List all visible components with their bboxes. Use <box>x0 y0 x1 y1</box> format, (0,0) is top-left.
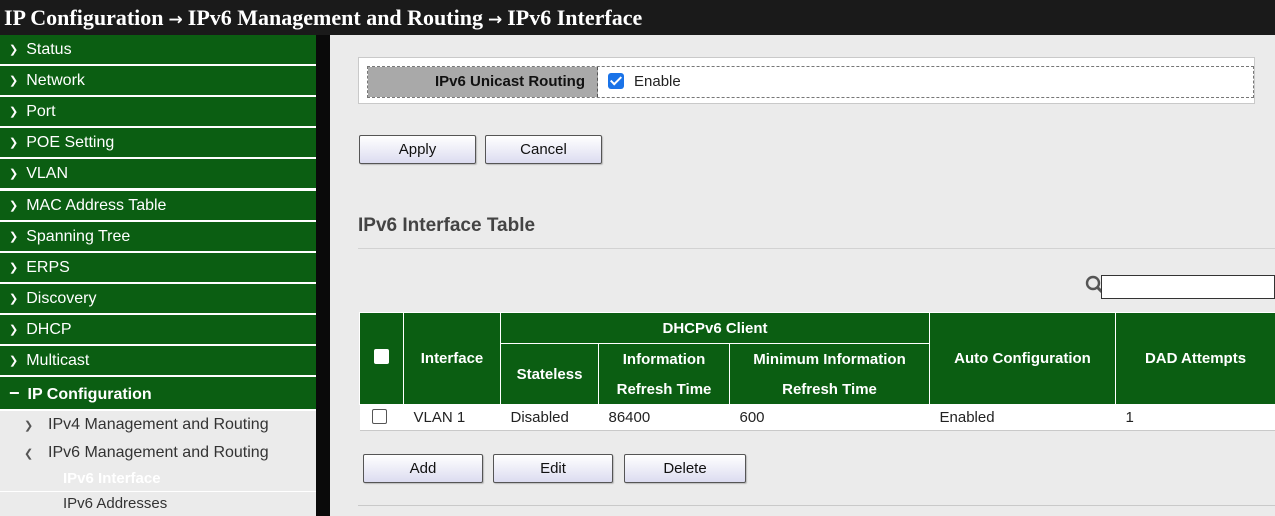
double-chevron-down-icon: ❯ <box>9 75 19 87</box>
sidebar-item-dhcp[interactable]: ❯ DHCP <box>0 315 316 345</box>
breadcrumb-ip-configuration[interactable]: IP Configuration <box>4 5 164 30</box>
column-header-min-info-line2[interactable]: Refresh Time <box>729 374 930 405</box>
unicast-routing-row: IPv6 Unicast Routing Enable <box>367 66 1254 98</box>
double-chevron-down-icon: ❯ <box>9 293 19 305</box>
double-chevron-down-icon: ❯ <box>9 168 19 180</box>
collapse-minus-icon: − <box>9 383 20 403</box>
main-content: IPv6 Unicast Routing Enable Apply Cancel… <box>330 35 1275 516</box>
cell-info-refresh: 86400 <box>598 404 730 431</box>
sidebar-leaf-label: IPv6 Addresses <box>63 495 168 512</box>
column-header-dad-attempts[interactable]: DAD Attempts <box>1115 312 1275 405</box>
sidebar-leaf-ipv6-addresses[interactable]: IPv6 Addresses <box>0 492 316 516</box>
search-input[interactable] <box>1101 275 1275 299</box>
double-chevron-up-icon: ❮ <box>24 448 34 460</box>
cell-auto-config: Enabled <box>929 404 1116 431</box>
bottom-divider <box>358 505 1275 506</box>
sidebar-item-label: Multicast <box>26 352 90 369</box>
arrow-right-icon: → <box>168 10 183 30</box>
sidebar-leaf-ipv6-interface[interactable]: IPv6 Interface <box>0 467 316 491</box>
sidebar-item-ip-configuration[interactable]: − IP Configuration <box>0 377 316 410</box>
section-title: IPv6 Interface Table <box>358 215 536 236</box>
cancel-button[interactable]: Cancel <box>485 135 602 164</box>
delete-button[interactable]: Delete <box>624 454 746 483</box>
double-chevron-down-icon: ❯ <box>24 420 34 432</box>
double-chevron-down-icon: ❯ <box>9 200 19 212</box>
column-header-stateless[interactable]: Stateless <box>500 343 599 405</box>
double-chevron-down-icon: ❯ <box>9 44 19 56</box>
sidebar-sub-ipv4-management[interactable]: ❯ IPv4 Management and Routing <box>0 411 316 439</box>
sidebar-item-poe-setting[interactable]: ❯ POE Setting <box>0 128 316 158</box>
section-divider <box>358 248 1275 249</box>
sidebar-item-status[interactable]: ❯ Status <box>0 35 316 65</box>
ipv6-interface-table: Interface DHCPv6 Client Auto Configurati… <box>359 312 1275 431</box>
column-header-info-refresh-line1[interactable]: Information <box>598 343 730 375</box>
column-header-min-info-line1[interactable]: Minimum Information <box>729 343 930 375</box>
double-chevron-down-icon: ❯ <box>9 355 19 367</box>
column-group-dhcpv6-client: DHCPv6 Client <box>500 312 930 344</box>
sidebar-item-port[interactable]: ❯ Port <box>0 97 316 127</box>
column-header-info-refresh-line2[interactable]: Refresh Time <box>598 374 730 405</box>
cell-stateless: Disabled <box>500 404 599 431</box>
row-checkbox[interactable] <box>371 409 387 424</box>
apply-button[interactable]: Apply <box>359 135 476 164</box>
select-all-checkbox[interactable] <box>374 349 389 364</box>
enable-checkbox[interactable] <box>608 73 624 89</box>
double-chevron-down-icon: ❯ <box>9 106 19 118</box>
sidebar-sub-ipv6-management[interactable]: ❮ IPv6 Management and Routing <box>0 439 316 467</box>
unicast-routing-label: IPv6 Unicast Routing <box>368 67 598 97</box>
unicast-routing-panel: IPv6 Unicast Routing Enable <box>358 57 1255 104</box>
enable-checkbox-label: Enable <box>634 73 681 90</box>
arrow-right-icon: → <box>487 10 503 30</box>
sidebar-item-network[interactable]: ❯ Network <box>0 66 316 96</box>
breadcrumb: IP Configuration → IPv6 Management and Rou… <box>0 0 1275 35</box>
sidebar-item-label: ERPS <box>26 259 70 276</box>
sidebar-divider[interactable] <box>316 35 330 516</box>
sidebar-item-label: Discovery <box>26 290 97 307</box>
double-chevron-down-icon: ❯ <box>9 231 19 243</box>
sidebar-item-label: IP Configuration <box>27 386 152 403</box>
breadcrumb-ipv6-management[interactable]: IPv6 Management and Routing <box>188 5 483 30</box>
double-chevron-down-icon: ❯ <box>9 324 19 336</box>
sidebar-item-label: Spanning Tree <box>26 228 131 245</box>
cell-dad: 1 <box>1115 404 1275 431</box>
sidebar-item-label: VLAN <box>26 165 69 182</box>
add-button[interactable]: Add <box>363 454 483 483</box>
cell-min-info-refresh: 600 <box>729 404 930 431</box>
sidebar: ❯ Status ❯ Network ❯ Port ❯ POE Setting ❯ VLA… <box>0 35 316 516</box>
sidebar-item-discovery[interactable]: ❯ Discovery <box>0 284 316 314</box>
column-header-interface[interactable]: Interface <box>403 312 501 405</box>
unicast-routing-value: Enable <box>608 67 681 97</box>
sidebar-item-mac-address-table[interactable]: ❯ MAC Address Table <box>0 191 316 221</box>
sidebar-item-label: Network <box>26 72 85 89</box>
sidebar-item-label: Port <box>26 103 56 120</box>
sidebar-sub-label: IPv4 Management and Routing <box>48 416 269 433</box>
sidebar-item-vlan[interactable]: ❯ VLAN <box>0 159 316 189</box>
edit-button[interactable]: Edit <box>493 454 613 483</box>
table-row[interactable]: VLAN 1 Disabled 86400 600 Enabled 1 <box>359 404 1275 431</box>
sidebar-item-erps[interactable]: ❯ ERPS <box>0 253 316 283</box>
double-chevron-down-icon: ❯ <box>9 262 19 274</box>
sidebar-leaf-label: IPv6 Interface <box>63 470 161 487</box>
sidebar-item-multicast[interactable]: ❯ Multicast <box>0 346 316 376</box>
sidebar-item-label: MAC Address Table <box>26 197 167 214</box>
cell-interface: VLAN 1 <box>403 404 501 431</box>
sidebar-item-spanning-tree[interactable]: ❯ Spanning Tree <box>0 222 316 252</box>
row-select-cell <box>359 404 404 431</box>
column-header-auto-configuration[interactable]: Auto Configuration <box>929 312 1116 405</box>
sidebar-item-label: DHCP <box>26 321 72 338</box>
select-all-header <box>359 312 404 405</box>
sidebar-sub-label: IPv6 Management and Routing <box>48 444 269 461</box>
sidebar-item-label: Status <box>26 41 72 58</box>
double-chevron-down-icon: ❯ <box>9 137 19 149</box>
breadcrumb-ipv6-interface: IPv6 Interface <box>507 5 643 30</box>
sidebar-item-label: POE Setting <box>26 134 115 151</box>
